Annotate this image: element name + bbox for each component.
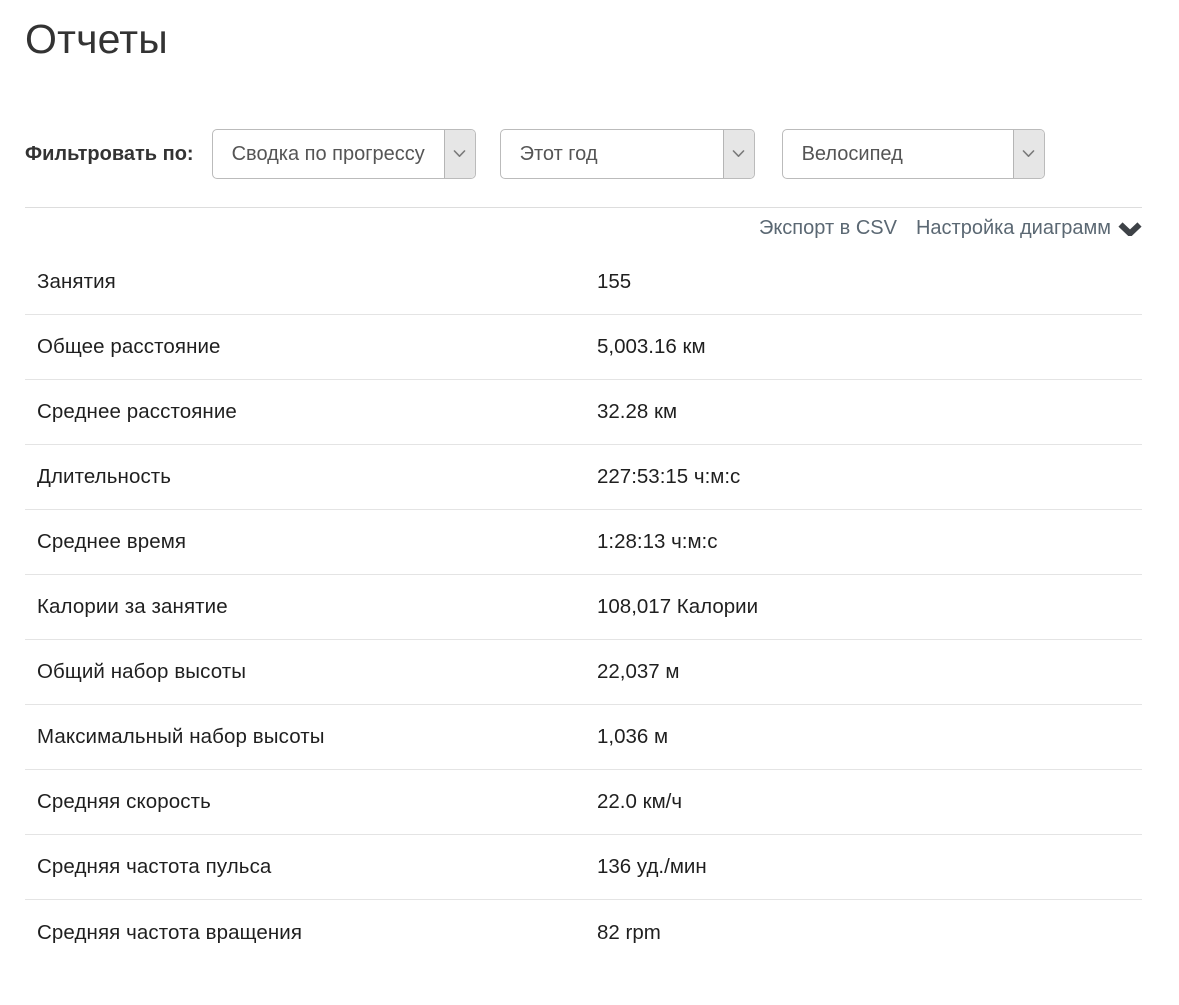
table-row: Общее расстояние 5,003.16 км — [25, 315, 1142, 380]
row-label: Средняя скорость — [25, 790, 597, 814]
chart-settings-link-label: Настройка диаграмм — [916, 217, 1111, 240]
filter-label: Фильтровать по: — [25, 143, 194, 166]
table-row: Общий набор высоты 22,037 м — [25, 640, 1142, 705]
filter-dropdown-time-period[interactable]: Этот год — [500, 129, 755, 179]
row-value: 1,036 м — [597, 725, 1142, 749]
filter-dropdown-report-type[interactable]: Сводка по прогрессу — [212, 129, 476, 179]
row-value: 5,003.16 км — [597, 335, 1142, 359]
row-label: Общее расстояние — [25, 335, 597, 359]
chevron-down-icon — [1013, 130, 1044, 178]
table-row: Среднее расстояние 32.28 км — [25, 380, 1142, 445]
row-label: Среднее время — [25, 530, 597, 554]
row-label: Максимальный набор высоты — [25, 725, 597, 749]
dropdown-selected-value: Сводка по прогрессу — [213, 130, 444, 178]
row-value: 227:53:15 ч:м:с — [597, 465, 1142, 489]
row-value: 22.0 км/ч — [597, 790, 1142, 814]
row-label: Калории за занятие — [25, 595, 597, 619]
row-label: Средняя частота вращения — [25, 921, 597, 945]
row-value: 82 rpm — [597, 921, 1142, 945]
table-row: Средняя скорость 22.0 км/ч — [25, 770, 1142, 835]
row-value: 155 — [597, 270, 1142, 294]
stats-table: Занятия 155 Общее расстояние 5,003.16 км… — [25, 250, 1142, 965]
row-label: Занятия — [25, 270, 597, 294]
dropdown-selected-value: Велосипед — [783, 130, 1013, 178]
chart-settings-link[interactable]: Настройка диаграмм — [916, 217, 1142, 240]
row-value: 1:28:13 ч:м:с — [597, 530, 1142, 554]
report-toolbar: Экспорт в CSV Настройка диаграмм — [25, 208, 1142, 250]
row-label: Среднее расстояние — [25, 400, 597, 424]
table-row: Калории за занятие 108,017 Калории — [25, 575, 1142, 640]
row-value: 22,037 м — [597, 660, 1142, 684]
row-label: Длительность — [25, 465, 597, 489]
export-csv-link[interactable]: Экспорт в CSV — [759, 217, 897, 240]
row-value: 136 уд./мин — [597, 855, 1142, 879]
reports-page: Отчеты Фильтровать по: Сводка по прогрес… — [0, 0, 1179, 1005]
filter-bar: Фильтровать по: Сводка по прогрессу Этот… — [25, 129, 1142, 179]
row-label: Общий набор высоты — [25, 660, 597, 684]
table-row: Средняя частота вращения 82 rpm — [25, 900, 1142, 965]
table-row: Длительность 227:53:15 ч:м:с — [25, 445, 1142, 510]
table-row: Среднее время 1:28:13 ч:м:с — [25, 510, 1142, 575]
table-row: Средняя частота пульса 136 уд./мин — [25, 835, 1142, 900]
row-value: 108,017 Калории — [597, 595, 1142, 619]
table-row: Максимальный набор высоты 1,036 м — [25, 705, 1142, 770]
row-label: Средняя частота пульса — [25, 855, 597, 879]
filter-dropdown-activity-type[interactable]: Велосипед — [782, 129, 1045, 179]
row-value: 32.28 км — [597, 400, 1142, 424]
chevron-down-icon — [723, 130, 754, 178]
chevron-down-icon — [1118, 222, 1142, 236]
page-title: Отчеты — [25, 16, 1142, 63]
report-section: Экспорт в CSV Настройка диаграмм Занятия… — [25, 207, 1142, 965]
table-row: Занятия 155 — [25, 250, 1142, 315]
chevron-down-icon — [444, 130, 475, 178]
dropdown-selected-value: Этот год — [501, 130, 723, 178]
